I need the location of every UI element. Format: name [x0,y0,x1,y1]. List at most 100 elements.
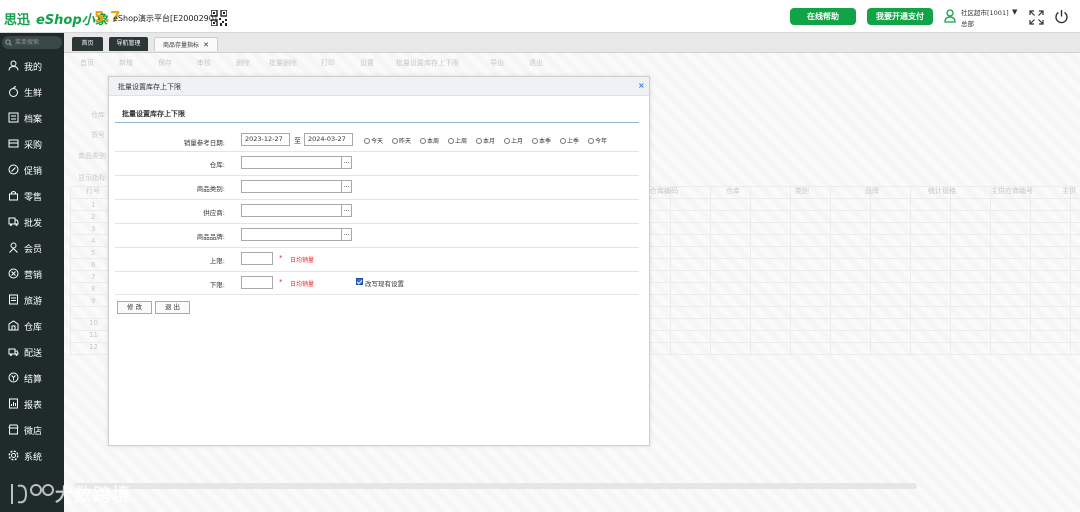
dialog-title: 批量设置库存上下限 [118,83,181,91]
store-dropdown-icon[interactable]: ▼ [1012,8,1017,16]
tab-home[interactable]: 首页 [72,37,103,51]
sidebar-item-archive[interactable]: 档案 [0,105,64,131]
coin-icon [8,372,19,383]
sidebar-item-wholesale[interactable]: 批发 [0,209,64,235]
overwrite-label: 改写现有设置 [365,280,404,288]
date-to-input[interactable]: 2024-03-27 [304,133,353,146]
date-from-input[interactable]: 2023-12-27 [241,133,290,146]
modify-button[interactable]: 修 改 [117,301,152,314]
brand-lookup-button[interactable]: ... [341,228,352,241]
bg-toolbar-item: 导出 [490,59,504,67]
brand-label: 商品品牌: [196,233,225,241]
sidebar-item-promotion[interactable]: 促销 [0,157,64,183]
folder-icon [8,112,19,123]
radio-this-quarter[interactable]: 本季 [532,136,551,145]
sidebar-item-label: 配送 [24,349,43,359]
category-label: 商品类别: [196,185,225,193]
tab-stock-indicators[interactable]: 商品存量指标 ✕ [154,37,218,51]
sidebar-item-purchase[interactable]: 采购 [0,131,64,157]
shop-icon [8,424,19,435]
radio-label: 今年 [595,138,608,145]
sidebar-item-microstore[interactable]: 微店 [0,417,64,443]
radio-today[interactable]: 今天 [364,136,383,145]
radio-last-month[interactable]: 上月 [504,136,523,145]
radio-this-year[interactable]: 今年 [588,136,607,145]
warehouse-input[interactable] [241,156,342,169]
sidebar-item-retail[interactable]: 零售 [0,183,64,209]
supplier-lookup-button[interactable]: ... [341,204,352,217]
sidebar-item-label: 促销 [24,167,43,177]
sidebar-item-system[interactable]: 系统 [0,443,64,469]
radio-circle-icon [476,138,482,144]
user-role: 总部 [961,20,974,28]
sidebar-item-fresh[interactable]: 生鲜 [0,79,64,105]
brand-input[interactable] [241,228,342,241]
upper-limit-input[interactable] [241,252,273,265]
radio-this-month[interactable]: 本月 [476,136,495,145]
power-icon[interactable] [1054,9,1069,24]
bg-toolbar-item: 删除 [236,59,250,67]
menu-search-placeholder: 菜单搜索 [15,39,40,46]
sidebar-item-settlement[interactable]: 结算 [0,365,64,391]
exit-button[interactable]: 退 出 [155,301,190,314]
bg-row-number: 5 [91,249,96,257]
overwrite-checkbox[interactable] [356,278,363,285]
category-input[interactable] [241,180,342,193]
radio-circle-icon [364,138,370,144]
to-label: 至 [294,137,301,145]
close-icon[interactable]: × [638,81,645,90]
required-mark: * [279,254,283,262]
radio-label: 上周 [455,138,468,145]
bg-filter-label: 显示指标 [78,174,106,182]
required-mark: * [279,278,283,286]
tab-navigation[interactable]: 导航管理 [109,37,148,51]
dialog-titlebar: 批量设置库存上下限 × [109,77,649,96]
radio-circle-icon [532,138,538,144]
radio-yesterday[interactable]: 昨天 [392,136,411,145]
radio-circle-icon [420,138,426,144]
bg-row-number: 2 [91,213,96,221]
member-icon [9,242,18,253]
supplier-label: 供应商: [203,209,225,217]
online-help-button[interactable]: 在线帮助 [790,8,856,25]
lower-limit-input[interactable] [241,276,273,289]
category-lookup-button[interactable]: ... [341,180,352,193]
close-icon[interactable]: ✕ [203,41,209,49]
radio-last-week[interactable]: 上周 [448,136,467,145]
radio-label: 本周 [427,138,440,145]
section-divider [115,122,639,123]
radio-label: 本月 [483,138,496,145]
sidebar-item-label: 报表 [24,401,43,411]
sidebar-item-label: 仓库 [24,323,43,333]
warehouse-lookup-button[interactable]: ... [341,156,352,169]
horizontal-scrollbar[interactable] [74,483,917,489]
sidebar-item-mine[interactable]: 我的 [0,53,64,79]
sidebar-item-travel[interactable]: 旅游 [0,287,64,313]
radio-this-week[interactable]: 本周 [420,136,439,145]
target-icon [8,268,19,279]
sidebar-item-label: 营销 [24,271,43,281]
sidebar-item-label: 系统 [24,453,43,463]
sidebar-item-report[interactable]: 报表 [0,391,64,417]
bg-toolbar-item: 审核 [197,59,211,67]
bg-grid-header: 行号 [86,187,100,195]
tab-bar: 首页 导航管理 商品存量指标 ✕ [64,33,1080,53]
document-icon [9,294,18,305]
bg-row-number: 8 [91,285,96,293]
sidebar-item-marketing[interactable]: 营销 [0,261,64,287]
enable-payment-button[interactable]: 我要开通支付 [867,8,933,25]
bg-toolbar-item: 设置 [360,59,374,67]
radio-label: 今天 [371,138,384,145]
bg-filter-label: 仓库 [91,111,105,119]
supplier-input[interactable] [241,204,342,217]
store-name[interactable]: 社区超市[1001] [961,7,1009,17]
sidebar-item-warehouse[interactable]: 仓库 [0,313,64,339]
row-divider [115,199,639,200]
bg-grid-header: 品牌 [865,187,879,195]
sidebar-item-delivery[interactable]: 配送 [0,339,64,365]
radio-last-quarter[interactable]: 上季 [560,136,579,145]
fullscreen-icon[interactable] [1029,10,1044,25]
sidebar-item-member[interactable]: 会员 [0,235,64,261]
menu-search-input[interactable]: 菜单搜索 [2,36,62,49]
qr-code-icon[interactable] [211,10,227,26]
